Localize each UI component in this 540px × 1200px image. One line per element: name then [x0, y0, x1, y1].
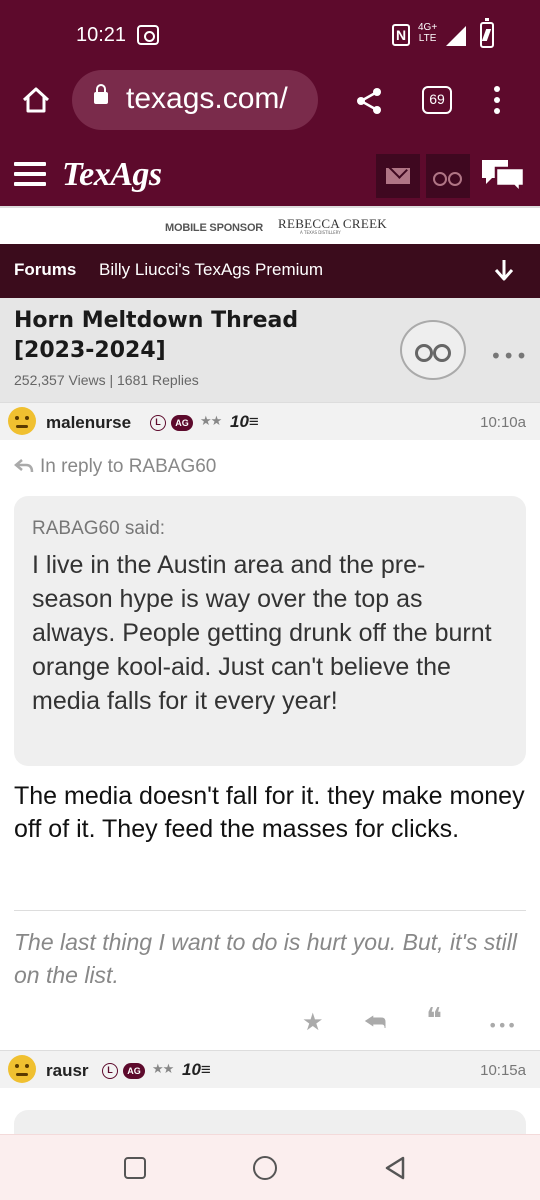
- back-icon[interactable]: [383, 1155, 407, 1181]
- tabs-count-button[interactable]: 69: [422, 86, 452, 114]
- more-options-icon[interactable]: •••: [488, 1012, 516, 1040]
- forums-link[interactable]: Forums: [14, 260, 76, 280]
- member-rank: 10≡: [182, 1060, 211, 1079]
- star-icon[interactable]: ★: [302, 1008, 324, 1036]
- thread-header: Horn Meltdown Thread [2023-2024] 252,357…: [0, 298, 540, 402]
- android-nav-bar: [0, 1134, 540, 1200]
- share-icon[interactable]: [354, 86, 384, 116]
- browser-chrome: 10:21 N 4G+ LTE texags.com/ 69: [0, 0, 540, 148]
- thread-stats: 252,357 Views | 1681 Replies: [14, 372, 199, 388]
- address-bar[interactable]: texags.com/: [72, 70, 318, 130]
- avatar[interactable]: [8, 407, 36, 435]
- screen-record-icon: [137, 25, 159, 45]
- battery-icon: [480, 18, 494, 48]
- mail-icon: [386, 168, 410, 184]
- member-rank: 10≡: [230, 412, 259, 431]
- lifetime-badge: L: [102, 1063, 118, 1079]
- binoculars-icon: [433, 172, 447, 186]
- lock-icon: [94, 84, 108, 104]
- member-stars: ★★: [200, 414, 222, 429]
- avatar[interactable]: [8, 1055, 36, 1083]
- sponsor-subtitle: A TEXAS DISTILLERY: [300, 230, 341, 235]
- quote-author: RABAG60 said:: [32, 518, 166, 539]
- chat-icon[interactable]: [480, 158, 526, 194]
- site-logo[interactable]: TexAgs: [62, 156, 162, 194]
- network-type-bottom: LTE: [418, 33, 437, 44]
- mail-button[interactable]: [376, 154, 420, 198]
- signal-icon: [446, 26, 466, 46]
- watch-thread-button[interactable]: [400, 320, 466, 380]
- lifetime-badge: L: [150, 415, 166, 431]
- username[interactable]: rausr: [46, 1061, 89, 1081]
- quote-text: I live in the Austin area and the pre-se…: [32, 551, 492, 715]
- signature-divider: [14, 910, 526, 911]
- username[interactable]: malenurse: [46, 413, 131, 433]
- status-bar: 10:21 N 4G+ LTE: [0, 0, 540, 72]
- reply-icon: [14, 459, 34, 473]
- url-text: texags.com/: [126, 82, 288, 115]
- ag-badge: AG: [123, 1063, 145, 1079]
- ag-badge: AG: [171, 415, 193, 431]
- post-header: malenurse L AG ★★ 10≡ 10:10a: [0, 402, 540, 440]
- browser-menu-icon[interactable]: [492, 86, 502, 118]
- network-type: 4G+ LTE: [418, 22, 437, 44]
- reply-icon[interactable]: ⮪: [364, 1008, 386, 1036]
- post-time: 10:10a: [480, 414, 526, 431]
- watchlist-button[interactable]: [426, 154, 470, 198]
- quote-block: RABAG60 said: I live in the Austin area …: [14, 496, 526, 766]
- post-time: 10:15a: [480, 1062, 526, 1079]
- home-icon[interactable]: [20, 84, 52, 116]
- thread-more-icon[interactable]: •••: [490, 344, 528, 368]
- sponsor-label: MOBILE SPONSOR: [165, 222, 264, 234]
- post-header: rausr L AG ★★ 10≡ 10:15a: [0, 1050, 540, 1088]
- sponsor-banner[interactable]: MOBILE SPONSOR REBECCA CREEK A TEXAS DIS…: [0, 206, 540, 244]
- status-time: 10:21: [76, 24, 127, 46]
- post-body: The media doesn't fall for it. they make…: [14, 782, 525, 843]
- nfc-icon: N: [392, 24, 410, 46]
- down-arrow-icon[interactable]: [494, 258, 514, 282]
- in-reply-to-link[interactable]: In reply to RABAG60: [40, 456, 216, 478]
- post-signature: The last thing I want to do is hurt you.…: [14, 929, 517, 988]
- member-stars: ★★: [152, 1062, 174, 1077]
- binoculars-icon: [448, 172, 462, 186]
- premium-link[interactable]: Billy Liucci's TexAgs Premium: [99, 260, 323, 280]
- forum-nav: Forums Billy Liucci's TexAgs Premium: [0, 244, 540, 298]
- binoculars-icon: [433, 344, 451, 362]
- nav-home-icon[interactable]: [253, 1156, 277, 1180]
- thread-title: Horn Meltdown Thread [2023-2024]: [14, 308, 299, 363]
- browser-toolbar: texags.com/ 69: [0, 70, 540, 134]
- network-type-top: 4G+: [418, 22, 438, 33]
- recents-icon[interactable]: [124, 1157, 146, 1179]
- quote-icon[interactable]: ❝: [426, 1005, 442, 1035]
- post-actions: ★ ⮪ ❝ •••: [0, 1004, 540, 1040]
- site-header: TexAgs: [0, 148, 540, 206]
- hamburger-menu-icon[interactable]: [14, 162, 46, 186]
- binoculars-icon: [415, 344, 433, 362]
